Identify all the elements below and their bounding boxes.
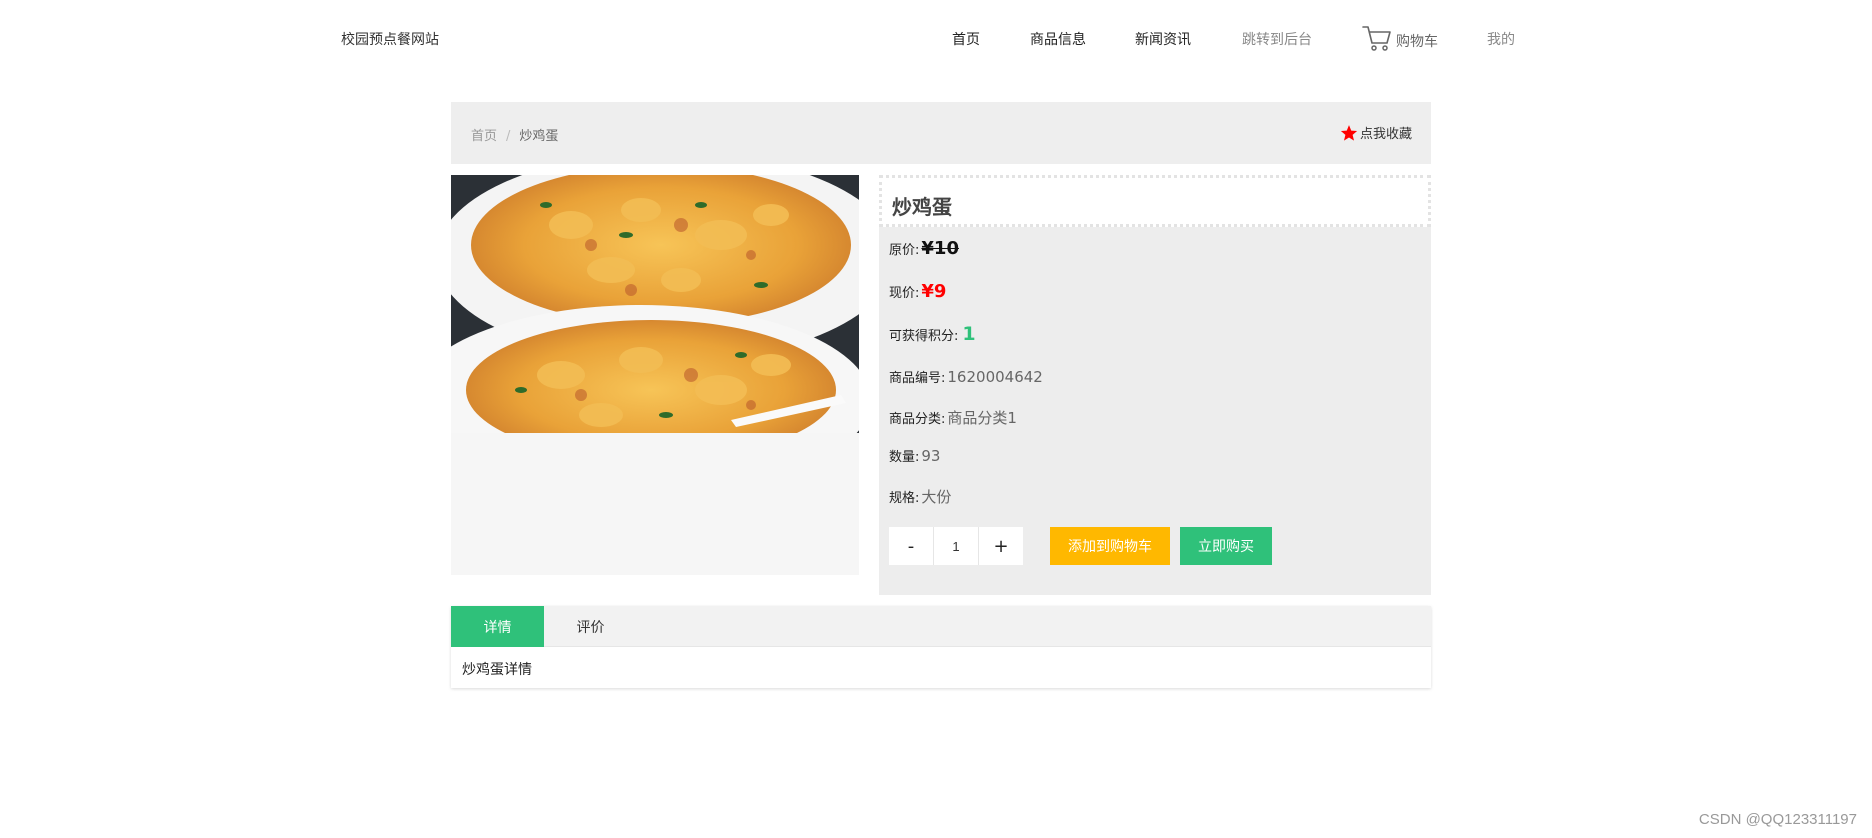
tab-details[interactable]: 详情 (451, 606, 544, 647)
original-price-row: 原价: ¥10 (889, 238, 959, 259)
stock-label: 数量: (889, 450, 920, 465)
quantity-stepper: - + (889, 527, 1023, 565)
watermark: CSDN @QQ123311197 (1698, 811, 1857, 828)
breadcrumb-separator: / (506, 129, 511, 144)
top-navigation: 校园预点餐网站 首页 商品信息 新闻资讯 跳转到后台 购物车 我的 (0, 0, 1872, 76)
spec-row: 规格: 大份 (889, 486, 951, 507)
tab-header: 详情 评价 (451, 606, 1431, 647)
tab-content: 炒鸡蛋详情 (462, 662, 532, 678)
product-info-panel: 炒鸡蛋 原价: ¥10 现价: ¥9 可获得积分: 1 商品编号: 162000… (879, 175, 1431, 595)
product-code-label: 商品编号: (889, 371, 946, 386)
current-price-label: 现价: (889, 286, 920, 301)
favorite-label: 点我收藏 (1359, 127, 1412, 142)
nav-products[interactable]: 商品信息 (1030, 29, 1086, 49)
product-code: 1620004642 (947, 368, 1043, 386)
nav-news[interactable]: 新闻资讯 (1135, 29, 1191, 49)
product-image[interactable] (451, 175, 859, 433)
nav-cart[interactable]: 购物车 (1362, 22, 1438, 52)
product-image-box (451, 175, 859, 575)
site-title[interactable]: 校园预点餐网站 (341, 29, 439, 49)
points-label: 可获得积分: (889, 329, 959, 344)
category-row: 商品分类: 商品分类1 (889, 407, 1017, 428)
product-title-box: 炒鸡蛋 (879, 175, 1431, 227)
current-price: ¥9 (921, 281, 947, 302)
original-price: ¥10 (921, 238, 959, 259)
detail-tabs: 详情 评价 炒鸡蛋详情 (451, 606, 1431, 688)
favorite-button[interactable]: 点我收藏 (1340, 123, 1412, 142)
star-icon (1340, 124, 1358, 141)
current-price-row: 现价: ¥9 (889, 281, 946, 302)
spec-value: 大份 (921, 488, 952, 506)
breadcrumb-current: 炒鸡蛋 (519, 129, 559, 144)
add-to-cart-button[interactable]: 添加到购物车 (1050, 527, 1170, 565)
breadcrumb: 首页 / 炒鸡蛋 (471, 125, 558, 144)
points-value: 1 (962, 323, 976, 345)
quantity-input[interactable] (933, 527, 979, 565)
product-code-row: 商品编号: 1620004642 (889, 367, 1043, 386)
tab-reviews[interactable]: 评价 (544, 606, 637, 647)
breadcrumb-bar: 首页 / 炒鸡蛋 点我收藏 (451, 102, 1431, 164)
nav-mine[interactable]: 我的 (1487, 29, 1515, 49)
product-title: 炒鸡蛋 (892, 195, 952, 219)
category-label: 商品分类: (889, 412, 946, 427)
category-value: 商品分类1 (947, 409, 1017, 427)
nav-home[interactable]: 首页 (952, 29, 980, 49)
nav-cart-label: 购物车 (1396, 34, 1438, 50)
original-price-label: 原价: (889, 243, 920, 258)
spec-label: 规格: (889, 491, 920, 506)
shopping-cart-icon (1362, 26, 1391, 51)
quantity-minus-button[interactable]: - (889, 527, 933, 565)
nav-admin[interactable]: 跳转到后台 (1242, 29, 1312, 49)
stock-row: 数量: 93 (889, 446, 940, 465)
buy-now-button[interactable]: 立即购买 (1180, 527, 1272, 565)
stock-value: 93 (921, 447, 941, 465)
points-row: 可获得积分: 1 (889, 323, 976, 345)
breadcrumb-home[interactable]: 首页 (471, 129, 497, 144)
quantity-plus-button[interactable]: + (979, 527, 1023, 565)
